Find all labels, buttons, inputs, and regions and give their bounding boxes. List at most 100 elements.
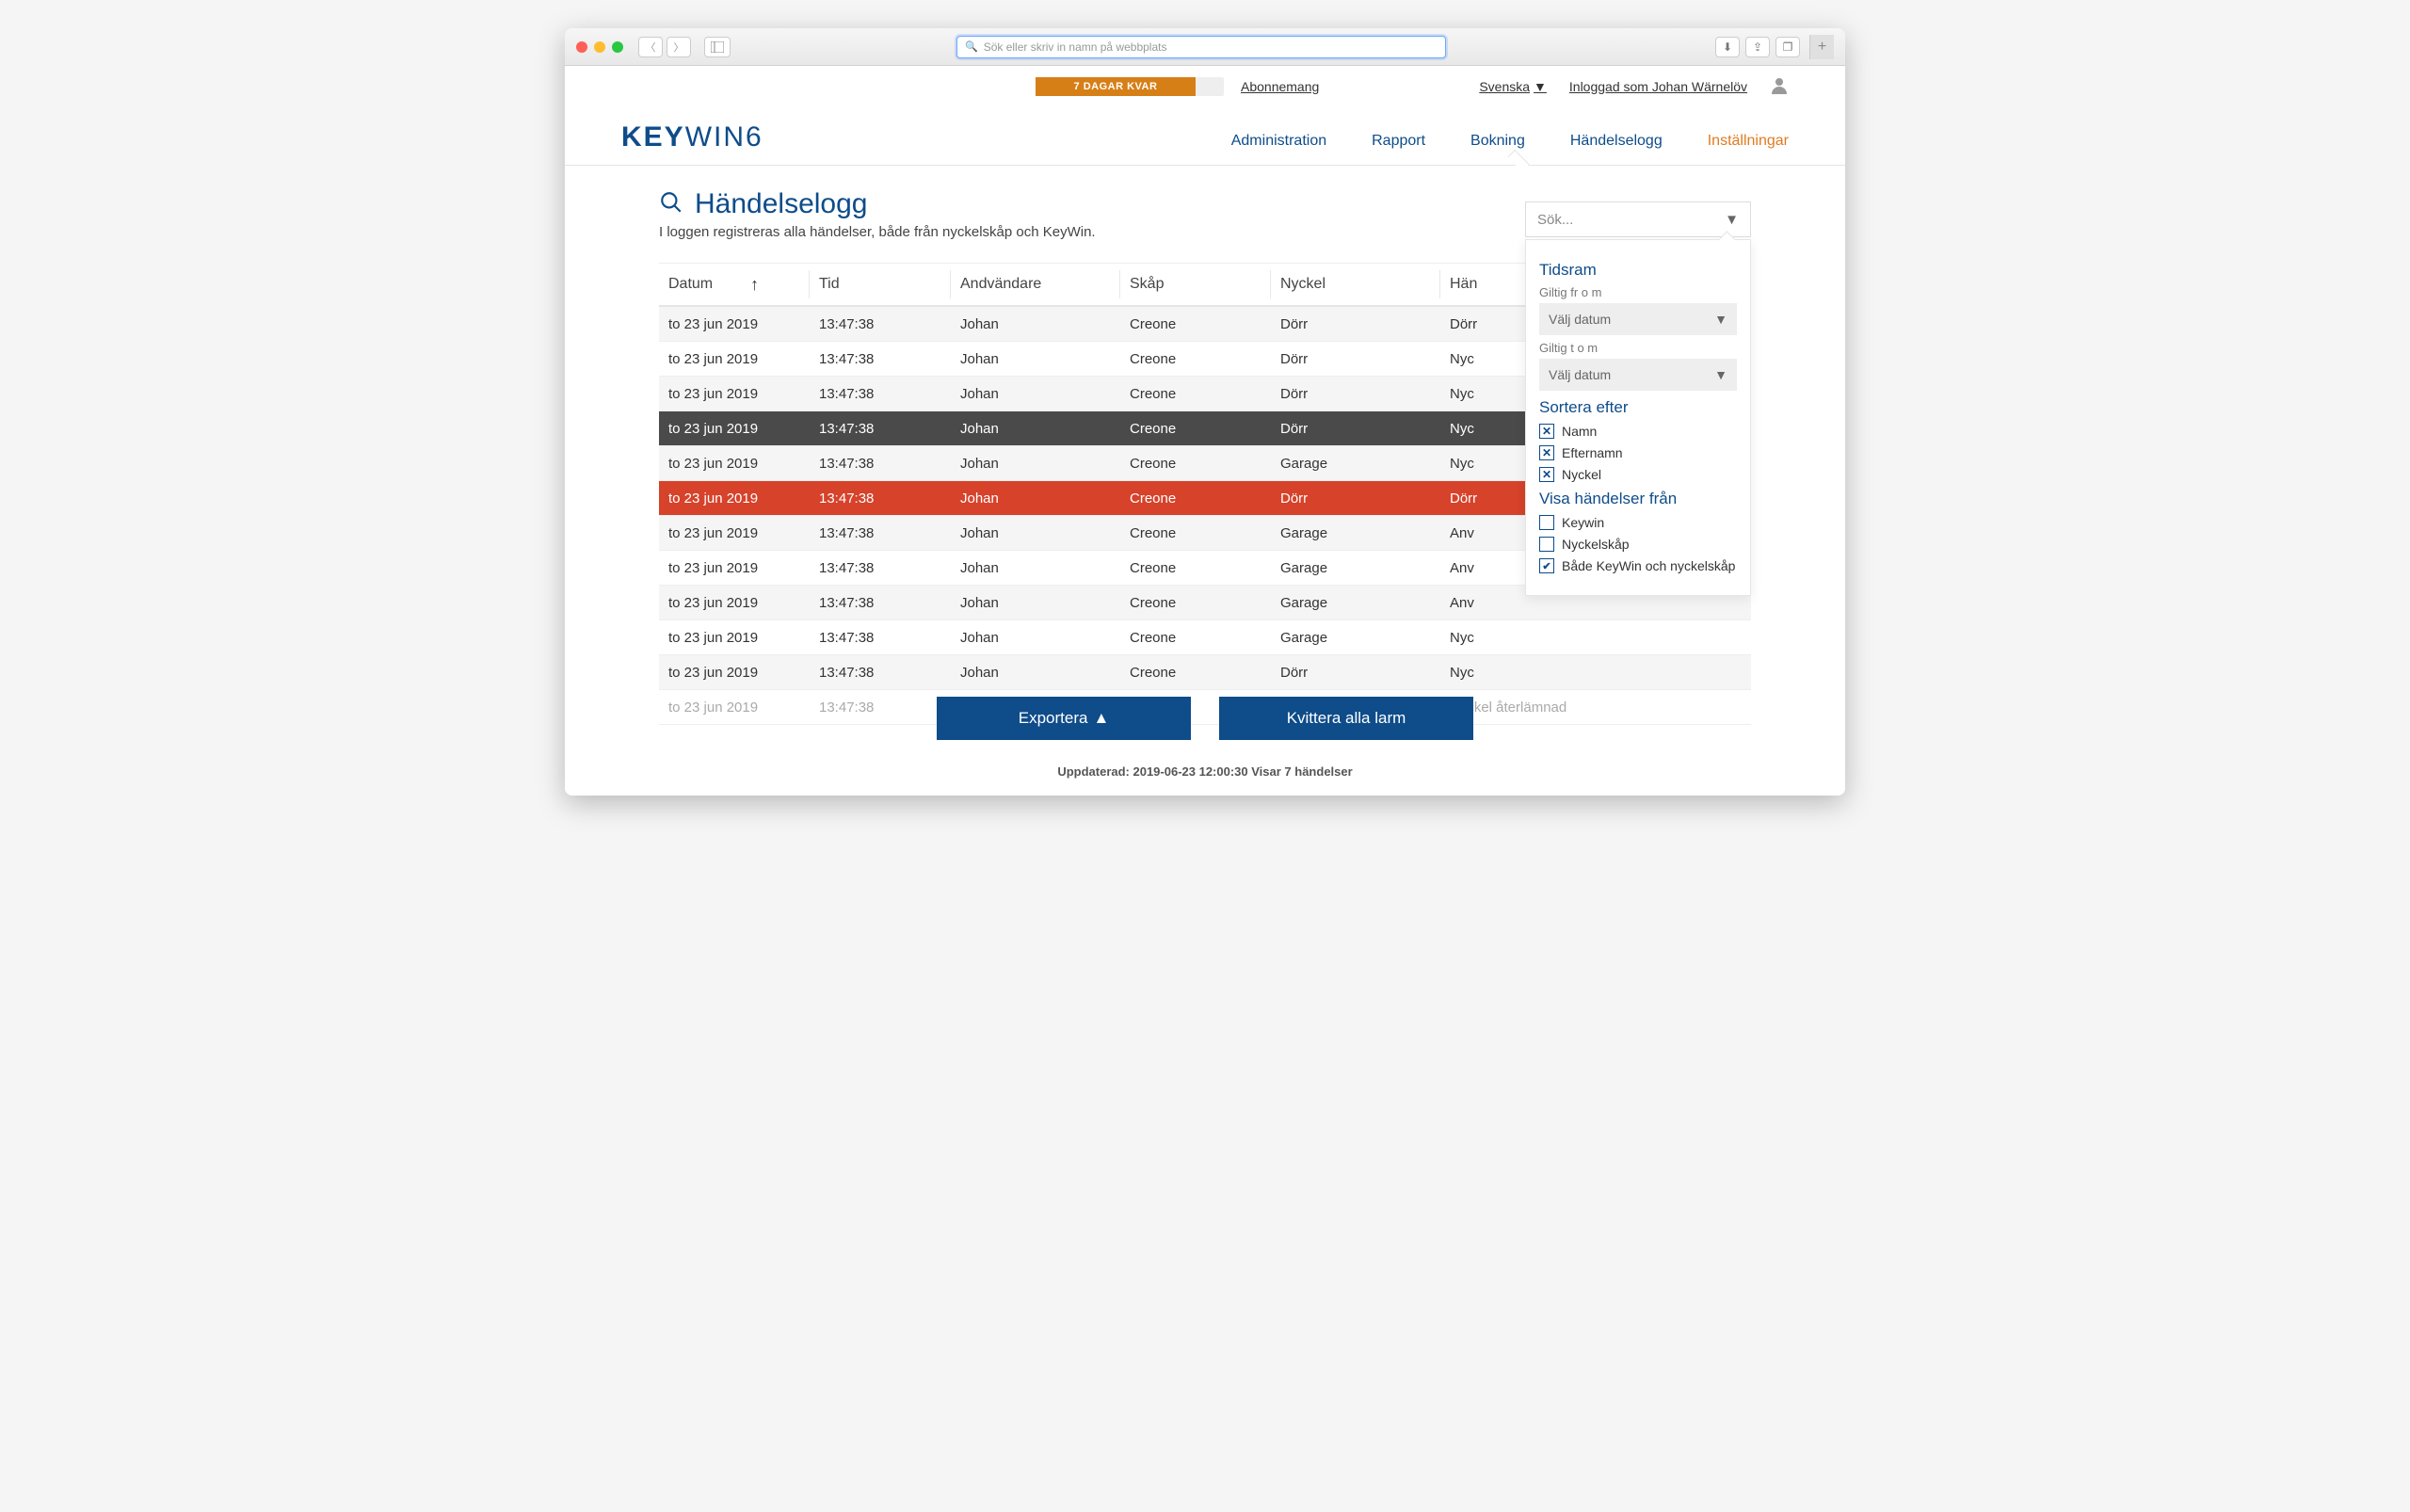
checkbox-icon <box>1539 515 1554 530</box>
maximize-window-icon[interactable] <box>612 41 623 53</box>
cell-key: Dörr <box>1271 665 1440 681</box>
window-controls <box>576 41 623 53</box>
close-window-icon[interactable] <box>576 41 587 53</box>
url-bar[interactable]: 🔍 Sök eller skriv in namn på webbplats <box>956 36 1446 58</box>
filter-sort-title: Sortera efter <box>1539 398 1737 417</box>
cell-event: Nyc <box>1440 665 1751 681</box>
cell-user: Johan <box>951 595 1120 611</box>
cell-user: Johan <box>951 456 1120 472</box>
nav-administration[interactable]: Administration <box>1231 133 1326 153</box>
cell-date: to 23 jun 2019 <box>659 386 810 402</box>
minimize-window-icon[interactable] <box>594 41 605 53</box>
cell-date: to 23 jun 2019 <box>659 560 810 576</box>
cell-key: Dörr <box>1271 491 1440 507</box>
cell-key: Garage <box>1271 560 1440 576</box>
cell-user: Johan <box>951 525 1120 541</box>
cell-time: 13:47:38 <box>810 525 951 541</box>
cell-date: to 23 jun 2019 <box>659 665 810 681</box>
cell-user: Johan <box>951 316 1120 332</box>
top-utility-bar: 7 DAGAR KVAR Abonnemang Svenska ▼ Inlogg… <box>565 66 1845 103</box>
logged-in-user-link[interactable]: Inloggad som Johan Wärnelöv <box>1569 79 1747 94</box>
table-row[interactable]: to 23 jun 201913:47:38JohanCreoneDörrNyc <box>659 655 1751 690</box>
cell-cabinet: Creone <box>1120 456 1271 472</box>
show-option[interactable]: Nyckelskåp <box>1539 537 1737 552</box>
cell-key: Dörr <box>1271 386 1440 402</box>
downloads-icon[interactable]: ⬇ <box>1715 37 1740 57</box>
show-option[interactable]: Keywin <box>1539 515 1737 530</box>
cell-date: to 23 jun 2019 <box>659 491 810 507</box>
subscription-link[interactable]: Abonnemang <box>1241 79 1319 94</box>
cell-date: to 23 jun 2019 <box>659 421 810 437</box>
cell-user: Johan <box>951 630 1120 646</box>
nav-rapport[interactable]: Rapport <box>1372 133 1425 153</box>
sort-option-efternamn[interactable]: ✕Efternamn <box>1539 445 1737 460</box>
nav-installningar[interactable]: Inställningar <box>1708 133 1789 153</box>
cell-cabinet: Creone <box>1120 316 1271 332</box>
sort-option-namn[interactable]: ✕Namn <box>1539 424 1737 439</box>
chevron-down-icon: ▼ <box>1534 79 1547 94</box>
x-icon: ✕ <box>1539 424 1554 439</box>
cell-time: 13:47:38 <box>810 351 951 367</box>
search-dropdown[interactable]: Sök... ▼ <box>1525 201 1751 237</box>
cell-key: Garage <box>1271 595 1440 611</box>
search-placeholder: Sök... <box>1537 212 1573 228</box>
cell-time: 13:47:38 <box>810 491 951 507</box>
header: KEYWIN6 Administration Rapport Bokning H… <box>565 103 1845 166</box>
sort-option-nyckel[interactable]: ✕Nyckel <box>1539 467 1737 482</box>
col-user[interactable]: Andvändare <box>951 270 1120 298</box>
cell-cabinet: Creone <box>1120 525 1271 541</box>
cell-date: to 23 jun 2019 <box>659 525 810 541</box>
cell-user: Johan <box>951 560 1120 576</box>
trial-progress: 7 DAGAR KVAR <box>1036 77 1224 96</box>
cell-cabinet: Creone <box>1120 665 1271 681</box>
cell-cabinet: Creone <box>1120 386 1271 402</box>
cell-date: to 23 jun 2019 <box>659 630 810 646</box>
chevron-down-icon: ▼ <box>1714 312 1727 327</box>
cell-date: to 23 jun 2019 <box>659 316 810 332</box>
filter-from-select[interactable]: Välj datum▼ <box>1539 303 1737 335</box>
cell-user: Johan <box>951 491 1120 507</box>
share-icon[interactable]: ⇪ <box>1745 37 1770 57</box>
export-button[interactable]: Exportera▲ <box>937 697 1191 740</box>
cell-date: to 23 jun 2019 <box>659 595 810 611</box>
table-row[interactable]: to 23 jun 201913:47:38JohanCreoneGarageN… <box>659 620 1751 655</box>
chevron-down-icon: ▼ <box>1714 367 1727 382</box>
cell-time: 13:47:38 <box>810 630 951 646</box>
logo: KEYWIN6 <box>621 121 763 153</box>
footer-status: Uppdaterad: 2019-06-23 12:00:30 Visar 7 … <box>565 749 1845 796</box>
new-tab-button[interactable]: + <box>1809 35 1834 59</box>
cell-date: to 23 jun 2019 <box>659 351 810 367</box>
cell-cabinet: Creone <box>1120 491 1271 507</box>
cell-key: Dörr <box>1271 421 1440 437</box>
back-button[interactable]: 〈 <box>638 37 663 57</box>
main-nav: Administration Rapport Bokning Händelsel… <box>1231 133 1789 153</box>
cell-time: 13:47:38 <box>810 456 951 472</box>
user-icon <box>1770 75 1789 97</box>
browser-toolbar: 〈 〉 🔍 Sök eller skriv in namn på webbpla… <box>565 28 1845 66</box>
cell-user: Johan <box>951 665 1120 681</box>
cell-time: 13:47:38 <box>810 595 951 611</box>
cell-date: to 23 jun 2019 <box>659 456 810 472</box>
checkbox-icon <box>1539 558 1554 573</box>
col-date[interactable]: Datum↑ <box>659 270 810 298</box>
col-key[interactable]: Nyckel <box>1271 270 1440 298</box>
trial-label: 7 DAGAR KVAR <box>1036 77 1196 96</box>
cell-cabinet: Creone <box>1120 560 1271 576</box>
tabs-icon[interactable]: ❐ <box>1775 37 1800 57</box>
cell-key: Garage <box>1271 456 1440 472</box>
col-cabinet[interactable]: Skåp <box>1120 270 1271 298</box>
cell-cabinet: Creone <box>1120 630 1271 646</box>
cell-user: Johan <box>951 351 1120 367</box>
language-selector[interactable]: Svenska ▼ <box>1479 79 1547 94</box>
cell-time: 13:47:38 <box>810 665 951 681</box>
col-time[interactable]: Tid <box>810 270 951 298</box>
forward-button[interactable]: 〉 <box>667 37 691 57</box>
cell-time: 13:47:38 <box>810 421 951 437</box>
cell-key: Dörr <box>1271 316 1440 332</box>
show-option[interactable]: Både KeyWin och nyckelskåp <box>1539 558 1737 573</box>
sidebar-toggle-icon[interactable] <box>704 37 731 57</box>
filter-to-select[interactable]: Välj datum▼ <box>1539 359 1737 391</box>
nav-bokning[interactable]: Bokning <box>1470 133 1525 153</box>
acknowledge-all-button[interactable]: Kvittera alla larm <box>1219 697 1473 740</box>
nav-handelselogg[interactable]: Händelselogg <box>1570 133 1663 153</box>
